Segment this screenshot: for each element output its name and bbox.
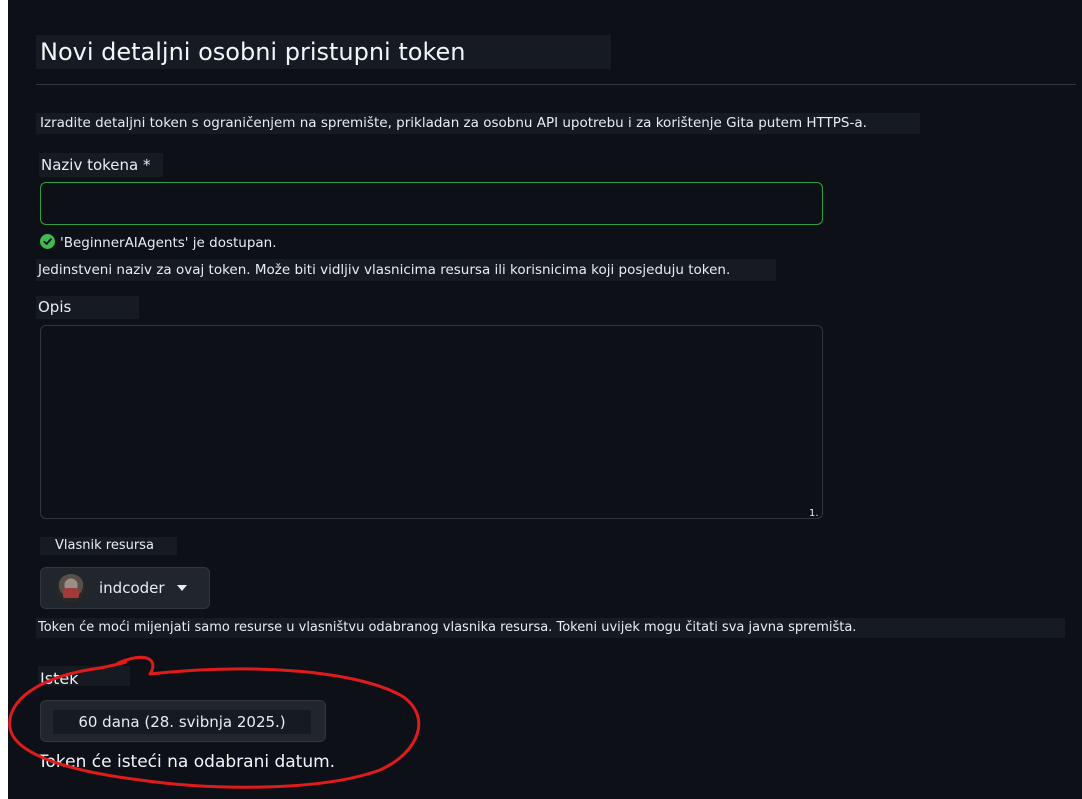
availability-message: 'BeginnerAIAgents' je dostupan. (60, 235, 277, 251)
caret-down-icon (176, 585, 187, 591)
expiration-value: 60 dana (28. svibnja 2025.) (53, 710, 311, 734)
description-textarea[interactable] (40, 325, 823, 519)
page-title: Novi detaljni osobni pristupni token (40, 38, 466, 66)
token-form-page: Novi detaljni osobni pristupni token Izr… (0, 0, 1082, 799)
token-name-hint: Jedinstveni naziv za ovaj token. Može bi… (36, 259, 776, 281)
token-name-input[interactable] (40, 182, 823, 225)
textarea-resize-handle[interactable]: 1. (809, 508, 819, 519)
expiration-hint: Token će isteći na odabrani datum. (38, 752, 336, 772)
expiration-label: Istek (38, 666, 130, 688)
intro-text: Izradite detaljni token s ograničenjem n… (36, 113, 920, 134)
resource-owner-dropdown[interactable]: indcoder (40, 567, 210, 609)
resource-owner-label: Vlasnik resursa (40, 537, 177, 555)
check-circle-icon (40, 234, 55, 249)
resource-owner-hint: Token će moći mijenjati samo resurse u v… (36, 618, 1065, 638)
avatar (57, 574, 85, 602)
left-edge-strip (0, 0, 8, 799)
token-name-label: Naziv tokena * (39, 153, 163, 177)
title-divider (36, 84, 1076, 85)
description-label: Opis (36, 296, 139, 319)
resource-owner-value: indcoder (99, 579, 165, 597)
